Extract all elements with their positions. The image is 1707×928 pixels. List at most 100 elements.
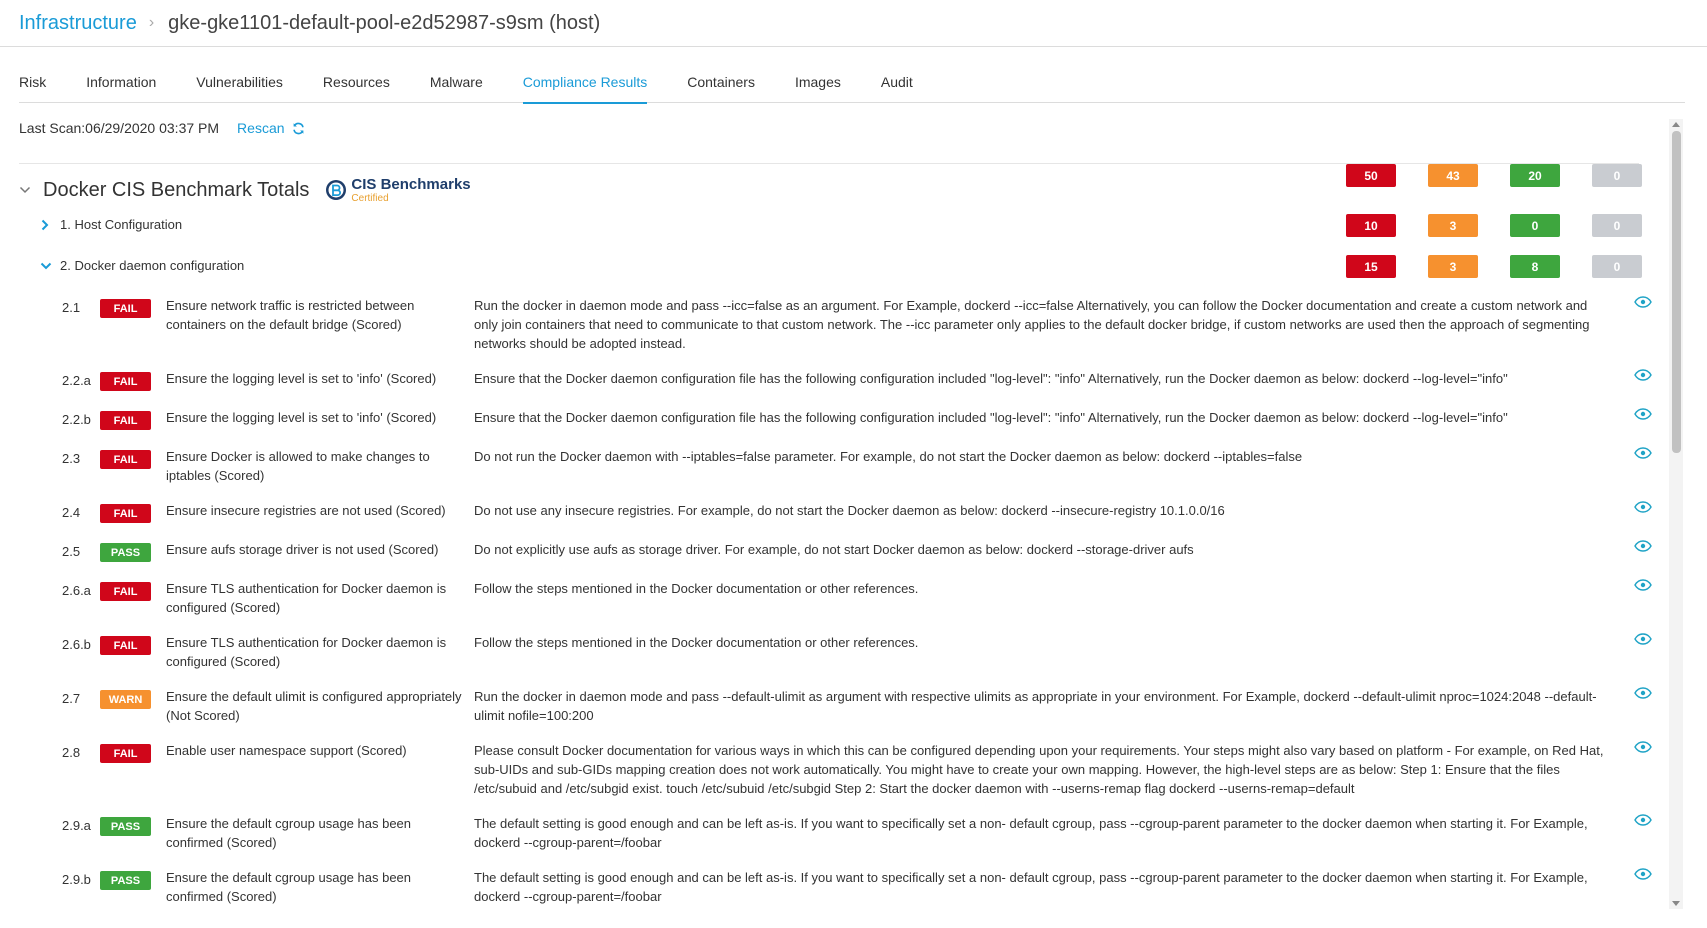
check-title: Ensure the logging level is set to 'info… [166,410,437,425]
status-badge: FAIL [100,582,151,601]
breadcrumb-infrastructure-link[interactable]: Infrastructure [19,12,137,35]
status-badge: FAIL [100,411,151,430]
scroll-down-arrow-icon[interactable] [1672,901,1680,906]
tab-risk[interactable]: Risk [19,68,46,103]
eye-icon[interactable] [1634,687,1652,699]
chevron-right-icon [40,219,54,231]
cis-logo-icon [326,180,347,200]
tab-resources[interactable]: Resources [323,68,390,103]
cis-benchmarks-logo: CIS Benchmarks Certified [325,175,471,204]
check-remediation: Do not run the Docker daemon with --ipta… [474,449,1303,464]
warn-count-badge: 3 [1428,214,1478,237]
check-number: 2.3 [62,451,81,466]
rescan-label: Rescan [237,120,285,136]
check-number: 2.9.a [62,818,91,833]
page-title: gke-gke1101-default-pool-e2d52987-s9sm (… [168,11,601,34]
eye-icon[interactable] [1634,741,1652,753]
tab-malware[interactable]: Malware [430,68,483,103]
check-remediation: Do not explicitly use aufs as storage dr… [474,542,1194,557]
chevron-down-icon [40,261,54,271]
status-badge: FAIL [100,636,151,655]
scroll-up-arrow-icon[interactable] [1672,122,1680,127]
status-badge: PASS [100,543,151,562]
eye-icon[interactable] [1634,633,1652,645]
check-remediation: The default setting is good enough and c… [474,816,1588,850]
check-title: Ensure network traffic is restricted bet… [166,298,415,332]
section-label: 2. Docker daemon configuration [60,258,245,273]
check-number: 2.6.a [62,583,91,598]
section-host-configuration[interactable]: 1. Host Configuration [40,217,182,232]
eye-icon[interactable] [1634,369,1652,381]
status-badge: FAIL [100,372,151,391]
benchmark-title: Docker CIS Benchmark Totals [43,178,310,201]
eye-icon[interactable] [1634,868,1652,880]
check-title: Enable user namespace support (Scored) [166,743,407,758]
eye-icon[interactable] [1634,408,1652,420]
scan-bar: Last Scan:06/29/2020 03:37 PM Rescan [19,120,1639,164]
check-remediation: Ensure that the Docker daemon configurat… [474,410,1508,425]
chevron-down-icon[interactable] [19,184,31,196]
warn-count-badge: 43 [1428,164,1478,187]
info-count-badge: 0 [1592,164,1642,187]
tab-vulnerabilities[interactable]: Vulnerabilities [196,68,283,103]
benchmark-header: Docker CIS Benchmark Totals CIS Benchmar… [19,174,471,206]
section-2-counts: 15 3 8 0 [1346,255,1674,278]
check-number: 2.6.b [62,637,91,652]
info-count-badge: 0 [1592,214,1642,237]
info-count-badge: 0 [1592,255,1642,278]
eye-icon[interactable] [1634,447,1652,459]
check-number: 2.1 [62,300,81,315]
pass-count-badge: 8 [1510,255,1560,278]
status-badge: PASS [100,871,151,890]
cis-logo-sub: Certified [351,192,389,204]
tab-audit[interactable]: Audit [881,68,913,103]
section-1-counts: 10 3 0 0 [1346,214,1674,237]
benchmark-total-counts: 50 43 20 0 [1346,164,1674,187]
eye-icon[interactable] [1634,540,1652,552]
check-number: 2.9.b [62,872,91,887]
check-remediation: Ensure that the Docker daemon configurat… [474,371,1508,386]
warn-count-badge: 3 [1428,255,1478,278]
status-badge: FAIL [100,504,151,523]
tab-containers[interactable]: Containers [687,68,755,103]
breadcrumb: Infrastructure › gke-gke1101-default-poo… [0,0,1707,47]
status-badge: FAIL [100,299,151,318]
check-title: Ensure the logging level is set to 'info… [166,371,437,386]
check-remediation: Run the docker in daemon mode and pass -… [474,298,1590,351]
eye-icon[interactable] [1634,579,1652,591]
section-label: 1. Host Configuration [60,217,183,232]
vertical-scrollbar[interactable] [1669,119,1683,909]
pass-count-badge: 0 [1510,214,1560,237]
fail-count-badge: 10 [1346,214,1396,237]
check-title: Ensure aufs storage driver is not used (… [166,542,439,557]
cis-logo-name: CIS Benchmarks [351,175,471,193]
check-title: Ensure TLS authentication for Docker dae… [166,635,447,669]
tab-images[interactable]: Images [795,68,841,103]
section-docker-daemon-configuration[interactable]: 2. Docker daemon configuration [40,258,244,273]
check-title: Ensure TLS authentication for Docker dae… [166,581,447,615]
check-title: Ensure Docker is allowed to make changes… [166,449,430,483]
check-remediation: Please consult Docker documentation for … [474,743,1604,796]
rescan-button[interactable]: Rescan [237,120,304,136]
check-title: Ensure the default ulimit is configured … [166,689,462,723]
tab-bar: Risk Information Vulnerabilities Resourc… [19,68,1685,104]
tab-compliance-results[interactable]: Compliance Results [522,68,647,104]
eye-icon[interactable] [1634,814,1652,826]
eye-icon[interactable] [1634,296,1652,308]
fail-count-badge: 15 [1346,255,1396,278]
check-number: 2.7 [62,691,81,706]
check-number: 2.2.b [62,412,91,427]
eye-icon[interactable] [1634,501,1652,513]
tab-information[interactable]: Information [86,68,156,103]
status-badge: WARN [100,690,151,709]
check-number: 2.5 [62,544,81,559]
check-number: 2.2.a [62,373,91,388]
check-title: Ensure the default cgroup usage has been… [166,816,412,850]
check-title: Ensure insecure registries are not used … [166,503,446,518]
status-badge: FAIL [100,744,151,763]
check-number: 2.4 [62,505,81,520]
last-scan-label: Last Scan:06/29/2020 03:37 PM [19,120,220,136]
check-remediation: Follow the steps mentioned in the Docker… [474,635,919,650]
check-remediation: Do not use any insecure registries. For … [474,503,1225,518]
check-number: 2.8 [62,745,81,760]
